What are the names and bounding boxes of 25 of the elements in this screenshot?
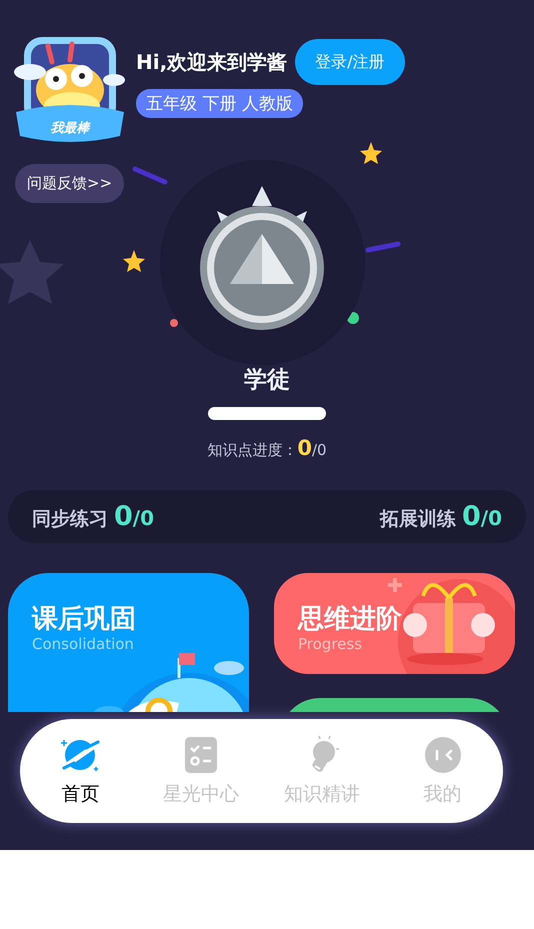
stat-label: 拓展训练 [380, 507, 456, 532]
nav-tab[interactable]: 首页 [20, 719, 141, 823]
progress-done: 0 [297, 436, 312, 460]
stat-total: /0 [132, 506, 154, 530]
rank-title: 学徒 [244, 366, 290, 395]
consolidation-card[interactable]: 课后巩固 Consolidation [8, 573, 249, 712]
greeting-text: Hi,欢迎来到学酱 [136, 48, 288, 76]
stat-label: 同步练习 [32, 507, 108, 532]
progress-card[interactable]: 思维进阶 Progress [274, 573, 515, 674]
nav-tab[interactable]: 知识精讲 [262, 719, 382, 823]
progress-label: 知识点进度： [207, 441, 298, 460]
card-subtitle: Progress [298, 635, 362, 653]
card-subtitle: Consolidation [32, 635, 134, 653]
login-button[interactable]: 登录/注册 [295, 39, 405, 85]
nav-tab[interactable]: 星光中心 [140, 719, 262, 823]
avatar-badge-text: 我最棒 [50, 121, 90, 136]
grade-badge[interactable]: 五年级 下册 人教版 [136, 89, 303, 118]
card-title: 课后巩固 [32, 603, 136, 636]
stat-total: /0 [480, 506, 502, 530]
progress-total: /0 [312, 441, 327, 459]
nav-tab[interactable]: 我的 [382, 719, 503, 823]
stat-done: 0 [462, 501, 481, 532]
card-title: 思维进阶 [298, 603, 402, 636]
stat-done: 0 [114, 501, 133, 532]
feedback-button[interactable]: 问题反馈>> [15, 164, 124, 203]
